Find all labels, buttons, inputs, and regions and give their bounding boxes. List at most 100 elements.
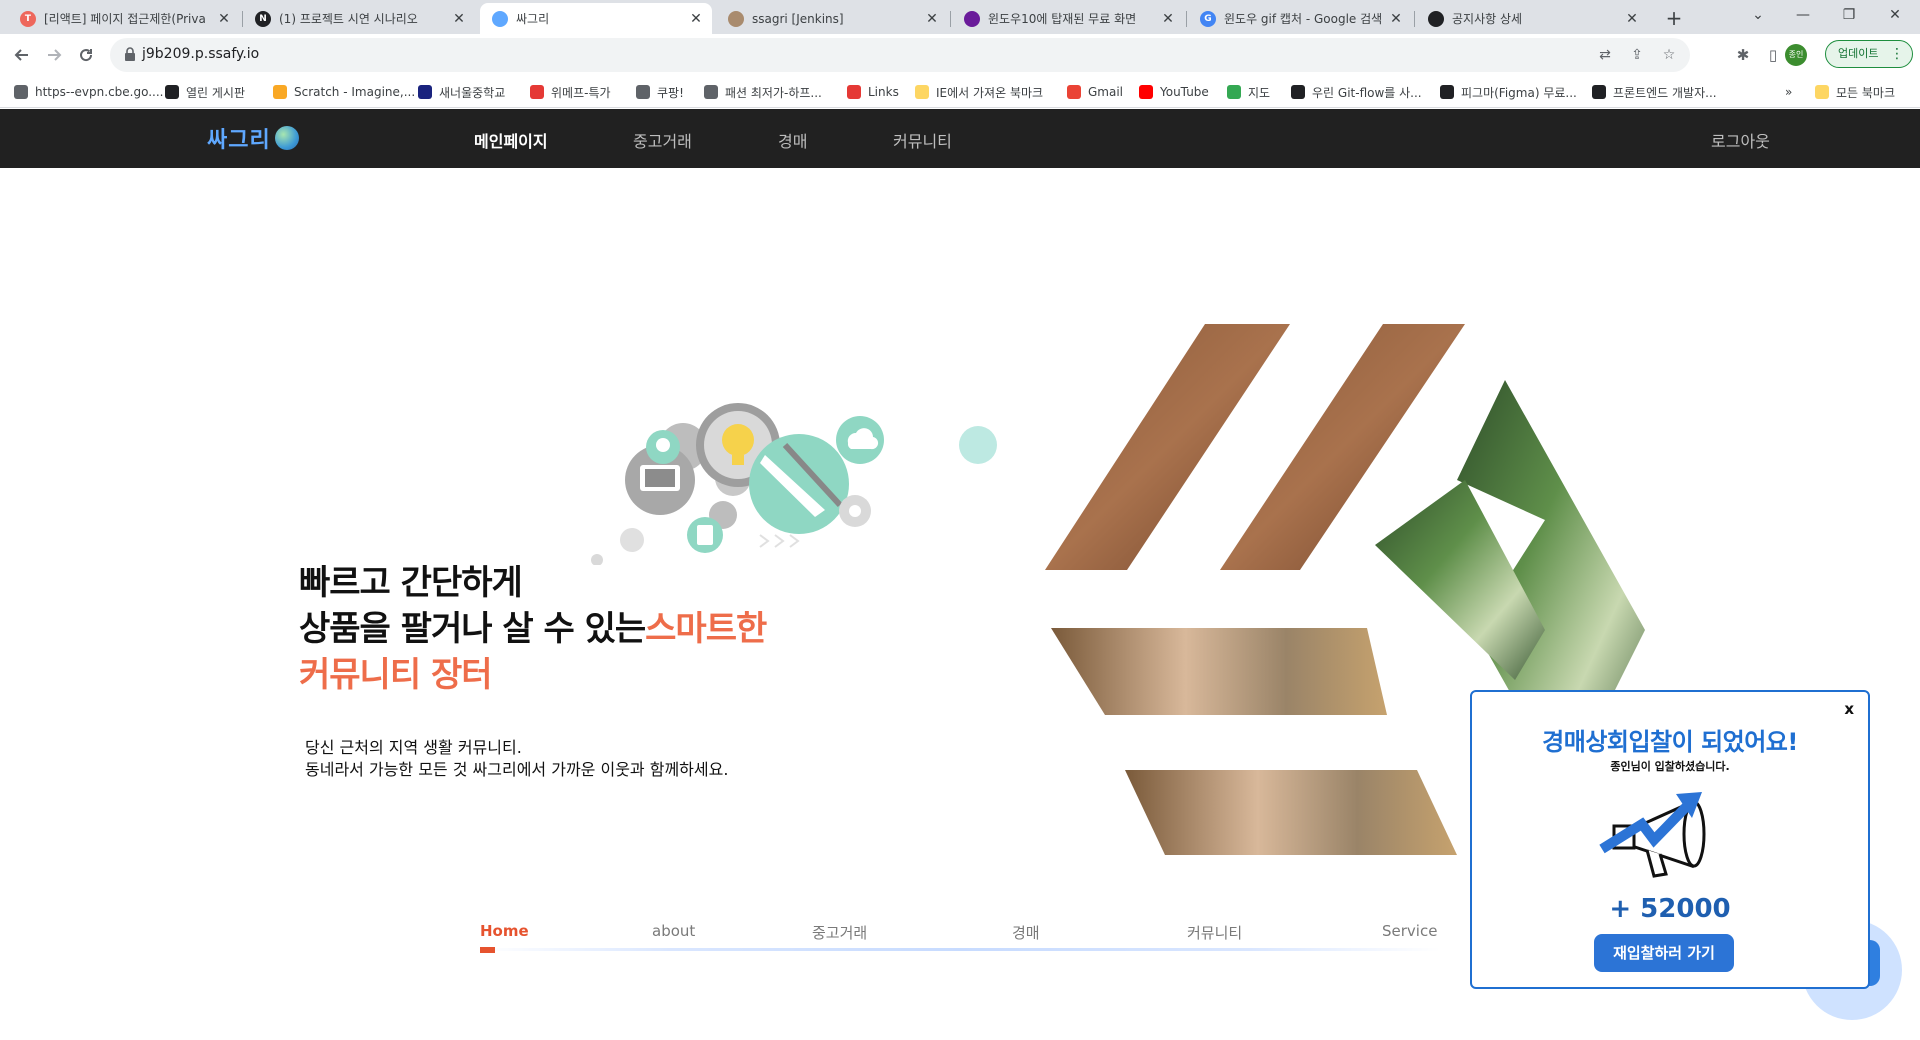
bookmark-item[interactable]: 쿠팡! <box>636 82 684 102</box>
bookmark-favicon-icon <box>1592 85 1606 99</box>
logout-link[interactable]: 로그아웃 <box>1711 128 1770 152</box>
browser-tab[interactable]: 공지사항 상세 ✕ <box>1416 3 1648 34</box>
close-window-button[interactable]: ✕ <box>1872 0 1918 30</box>
subnav-track <box>480 948 1440 951</box>
globe-icon <box>274 126 299 150</box>
tab-title: (1) 프로젝트 시연 시나리오 <box>279 12 418 26</box>
bookmark-label: YouTube <box>1160 85 1209 99</box>
rebid-button[interactable]: 재입찰하러 가기 <box>1594 934 1734 972</box>
nav-used-trade[interactable]: 중고거래 <box>633 128 692 152</box>
star-icon[interactable]: ☆ <box>1660 46 1678 64</box>
bookmark-favicon-icon <box>273 85 287 99</box>
bookmark-label: 새너울중학교 <box>439 85 506 100</box>
browser-tab[interactable]: 싸그리 ✕ <box>480 3 712 34</box>
bookmark-favicon-icon <box>418 85 432 99</box>
bookmark-item[interactable]: Gmail <box>1067 82 1123 102</box>
bookmark-item[interactable]: https--evpn.cbe.go.... <box>14 82 163 102</box>
restore-button[interactable]: ❐ <box>1826 0 1872 30</box>
bookmarks-overflow-button[interactable]: » <box>1785 82 1792 102</box>
section-subnav: Home about 중고거래 경매 커뮤니티 Service <box>480 920 1440 954</box>
url-text: j9b209.p.ssafy.io <box>142 46 260 62</box>
tab-title: 싸그리 <box>516 12 550 26</box>
bookmark-favicon-icon <box>14 85 28 99</box>
bookmark-item[interactable]: 새너울중학교 <box>418 82 505 102</box>
translate-icon[interactable]: ⇄ <box>1596 46 1614 64</box>
popup-close-button[interactable]: x <box>1844 700 1854 718</box>
lock-icon[interactable] <box>124 47 136 61</box>
tab-close-icon[interactable]: ✕ <box>216 11 232 27</box>
subnav-active-marker <box>480 947 495 953</box>
tab-close-icon[interactable]: ✕ <box>451 11 467 27</box>
minimize-button[interactable]: — <box>1780 0 1826 30</box>
tab-close-icon[interactable]: ✕ <box>1160 11 1176 27</box>
browser-tab[interactable]: N (1) 프로젝트 시연 시나리오 ✕ <box>243 3 475 34</box>
browser-tab[interactable]: G 윈도우 gif 캡처 - Google 검색 ✕ <box>1188 3 1412 34</box>
bookmark-item[interactable]: 지도 <box>1227 82 1270 102</box>
browser-tab[interactable]: 윈도우10에 탑재된 무료 화면 ✕ <box>952 3 1184 34</box>
bookmark-item[interactable]: 프론트엔드 개발자... <box>1592 82 1717 102</box>
bookmark-label: 위메프-특가 <box>551 85 611 100</box>
subnav-about[interactable]: about <box>652 922 695 940</box>
bookmark-item[interactable]: YouTube <box>1139 82 1209 102</box>
market-shard-bottom <box>1125 770 1457 855</box>
tab-favicon-icon: G <box>1200 10 1216 27</box>
extensions-icon[interactable]: ✱ <box>1733 45 1753 65</box>
bookmark-item[interactable]: 우린 Git-flow를 사... <box>1291 82 1422 102</box>
bookmark-favicon-icon <box>1291 85 1305 99</box>
subnav-used-trade[interactable]: 중고거래 <box>812 922 867 943</box>
tab-favicon-icon: T <box>20 10 36 27</box>
nav-community[interactable]: 커뮤니티 <box>893 128 952 152</box>
subnav-home[interactable]: Home <box>480 922 529 940</box>
nav-auction[interactable]: 경매 <box>778 128 807 152</box>
forward-icon[interactable] <box>40 41 68 69</box>
hero-subtext: 당신 근처의 지역 생활 커뮤니티. 동네라서 가능한 모든 것 싸그리에서 가… <box>305 737 728 781</box>
bookmark-label: Scratch - Imagine,... <box>294 85 416 99</box>
profile-avatar[interactable]: 종인 <box>1785 44 1807 66</box>
tab-title: ssagri [Jenkins] <box>752 11 844 26</box>
bookmark-item[interactable]: 피그마(Figma) 무료... <box>1440 82 1577 102</box>
tab-search-button[interactable]: ⌄ <box>1735 0 1781 30</box>
bookmark-favicon-icon <box>1227 85 1241 99</box>
tab-favicon-icon <box>1428 10 1444 27</box>
tab-close-icon[interactable]: ✕ <box>688 11 704 27</box>
tab-close-icon[interactable]: ✕ <box>1388 11 1404 27</box>
address-bar[interactable]: j9b209.p.ssafy.io ⇄ ⇪ ☆ <box>110 38 1690 72</box>
subnav-community[interactable]: 커뮤니티 <box>1187 922 1242 943</box>
bookmark-item[interactable]: 열린 게시판 <box>165 82 245 102</box>
sidepanel-icon[interactable]: ▯ <box>1763 45 1783 65</box>
menu-icon[interactable]: ⋮ <box>1890 41 1904 67</box>
back-icon[interactable] <box>8 41 36 69</box>
tab-title: 윈도우10에 탑재된 무료 화면 <box>988 12 1137 26</box>
nav-main[interactable]: 메인페이지 <box>474 128 548 152</box>
share-icon[interactable]: ⇪ <box>1628 46 1646 64</box>
bookmark-item[interactable]: Scratch - Imagine,... <box>273 82 415 102</box>
bookmark-item[interactable]: 위메프-특가 <box>530 82 611 102</box>
bookmark-favicon-icon <box>165 85 179 99</box>
bookmark-item[interactable]: 패션 최저가-하프... <box>704 82 822 102</box>
site-logo[interactable]: 싸그리 <box>207 123 299 153</box>
subnav-service[interactable]: Service <box>1382 922 1437 940</box>
bookmark-favicon-icon <box>704 85 718 99</box>
bookmark-item[interactable]: IE에서 가져온 북마크 <box>915 82 1043 102</box>
tab-separator <box>1186 11 1187 27</box>
tab-separator <box>950 11 951 27</box>
bookmark-label: 패션 최저가-하프... <box>725 85 822 100</box>
tech-illustration <box>591 403 997 565</box>
hero-headline: 빠르고 간단하게 상품을 팔거나 살 수 있는스마트한 커뮤니티 장터 <box>299 560 767 698</box>
browser-tab[interactable]: ssagri [Jenkins] ✕ <box>716 3 948 34</box>
hero-sub-2: 동네라서 가능한 모든 것 싸그리에서 가까운 이웃과 함께하세요. <box>305 760 729 779</box>
site-header: 싸그리 메인페이지 중고거래 경매 커뮤니티 로그아웃 <box>0 109 1920 168</box>
tab-title: [리액트] 페이지 접근제한(Priva <box>44 12 206 26</box>
new-tab-button[interactable]: + <box>1660 5 1688 33</box>
bookmark-favicon-icon <box>1139 85 1153 99</box>
tab-close-icon[interactable]: ✕ <box>1624 11 1640 27</box>
all-bookmarks-folder[interactable]: 모든 북마크 <box>1815 82 1895 102</box>
browser-tab[interactable]: T [리액트] 페이지 접근제한(Priva ✕ <box>8 3 240 34</box>
reload-icon[interactable] <box>72 41 100 69</box>
tab-close-icon[interactable]: ✕ <box>924 11 940 27</box>
bookmark-item[interactable]: Links <box>847 82 899 102</box>
subnav-auction[interactable]: 경매 <box>1012 922 1040 943</box>
update-button[interactable]: 업데이트 ⋮ <box>1825 40 1913 68</box>
bookmark-label: 우린 Git-flow를 사... <box>1312 85 1422 100</box>
bookmark-favicon-icon <box>636 85 650 99</box>
